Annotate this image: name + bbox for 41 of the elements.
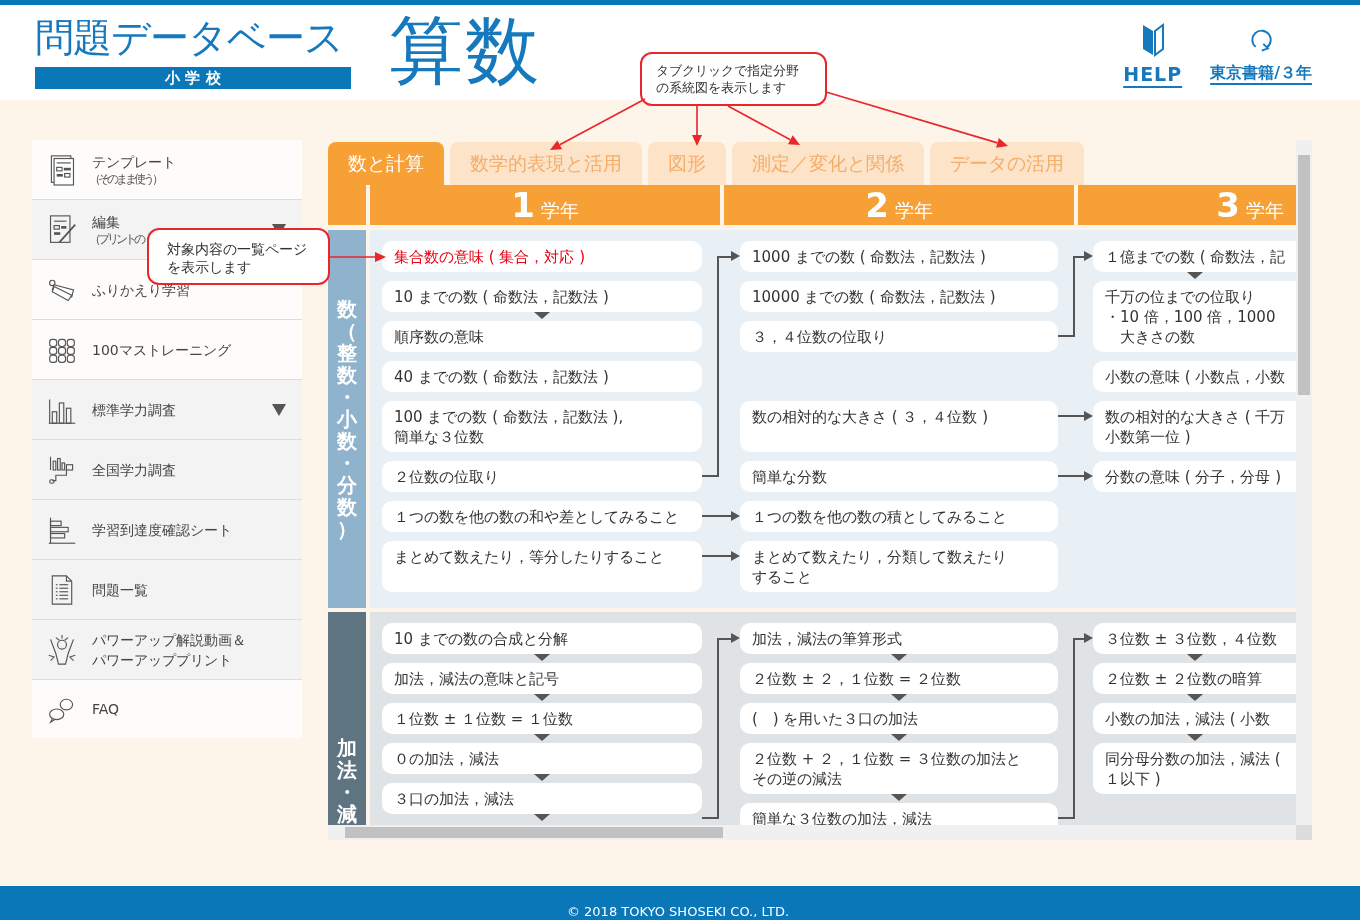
topic-text: ２位数 + ２，１位数 = ３位数の加法と — [752, 748, 1023, 769]
subject-title: 算数 — [389, 7, 541, 93]
sidebar-sublabel: （プリントの — [89, 232, 143, 247]
section-title: 加法・減 — [337, 737, 357, 825]
sidebar-label: パワーアッププリント — [92, 650, 233, 670]
topic-text: 数の相対的な大きさ ( 千万 — [1105, 406, 1287, 427]
grade-label: 学年 — [894, 198, 933, 223]
sidebar-label: FAQ — [92, 700, 120, 719]
topic-text: 同分母分数の加法，減法 ( — [1105, 748, 1282, 769]
sidebar-label: 全国学力調査 — [92, 460, 176, 480]
section-title: 数（整数・小数・分数） — [337, 298, 357, 540]
sidebar-label: 問題一覧 — [92, 580, 148, 600]
grade-label: 学年 — [1245, 198, 1284, 223]
grade-label: 学年 — [540, 198, 579, 223]
topic-text: １以下 ) — [1105, 768, 1162, 789]
grade-number: 1 — [511, 185, 535, 225]
topic-text: すること — [752, 566, 813, 587]
tooltip-text: タブクリックで指定分野 — [656, 62, 800, 79]
grade-number: 3 — [1216, 185, 1240, 225]
sidebar-label: テンプレート — [92, 153, 176, 172]
topic-text: ・10 倍，100 倍，1000 — [1105, 306, 1277, 327]
topic-text: 100 までの数 ( 命数法，記数法 ), — [394, 406, 625, 427]
tooltip-text: を表示します — [167, 258, 252, 276]
logo-subtitle: 小 学 校 — [35, 67, 351, 89]
tooltip-text: 対象内容の一覧ページ — [167, 240, 308, 258]
topic-text: 大きさの数 — [1119, 326, 1196, 347]
topic-text: 小数第一位 ) — [1105, 426, 1192, 447]
topic-text: まとめて数えたり，分類して数えたり — [752, 546, 1008, 567]
topic-text: 千万の位までの位取り — [1105, 286, 1256, 307]
topic-text: その逆の減法 — [752, 768, 843, 789]
logo-title: 問題データベース — [35, 15, 344, 61]
sidebar-label: 標準学力調査 — [92, 400, 176, 420]
sidebar-label: 100マストレーニング — [92, 340, 231, 360]
grade-number: 2 — [865, 185, 889, 225]
tooltip-text: の系統図を表示します — [656, 79, 787, 96]
sidebar-label: 編集 — [92, 213, 121, 232]
sidebar-label: パワーアップ解説動画＆ — [92, 630, 246, 650]
sidebar-sublabel: （そのまま使う） — [89, 172, 162, 187]
copyright-text: © 2018 TOKYO SHOSEKI CO., LTD. — [566, 904, 790, 920]
sidebar-label: 学習到達度確認シート — [92, 520, 232, 540]
topic-text: 簡単な３位数 — [394, 426, 485, 447]
